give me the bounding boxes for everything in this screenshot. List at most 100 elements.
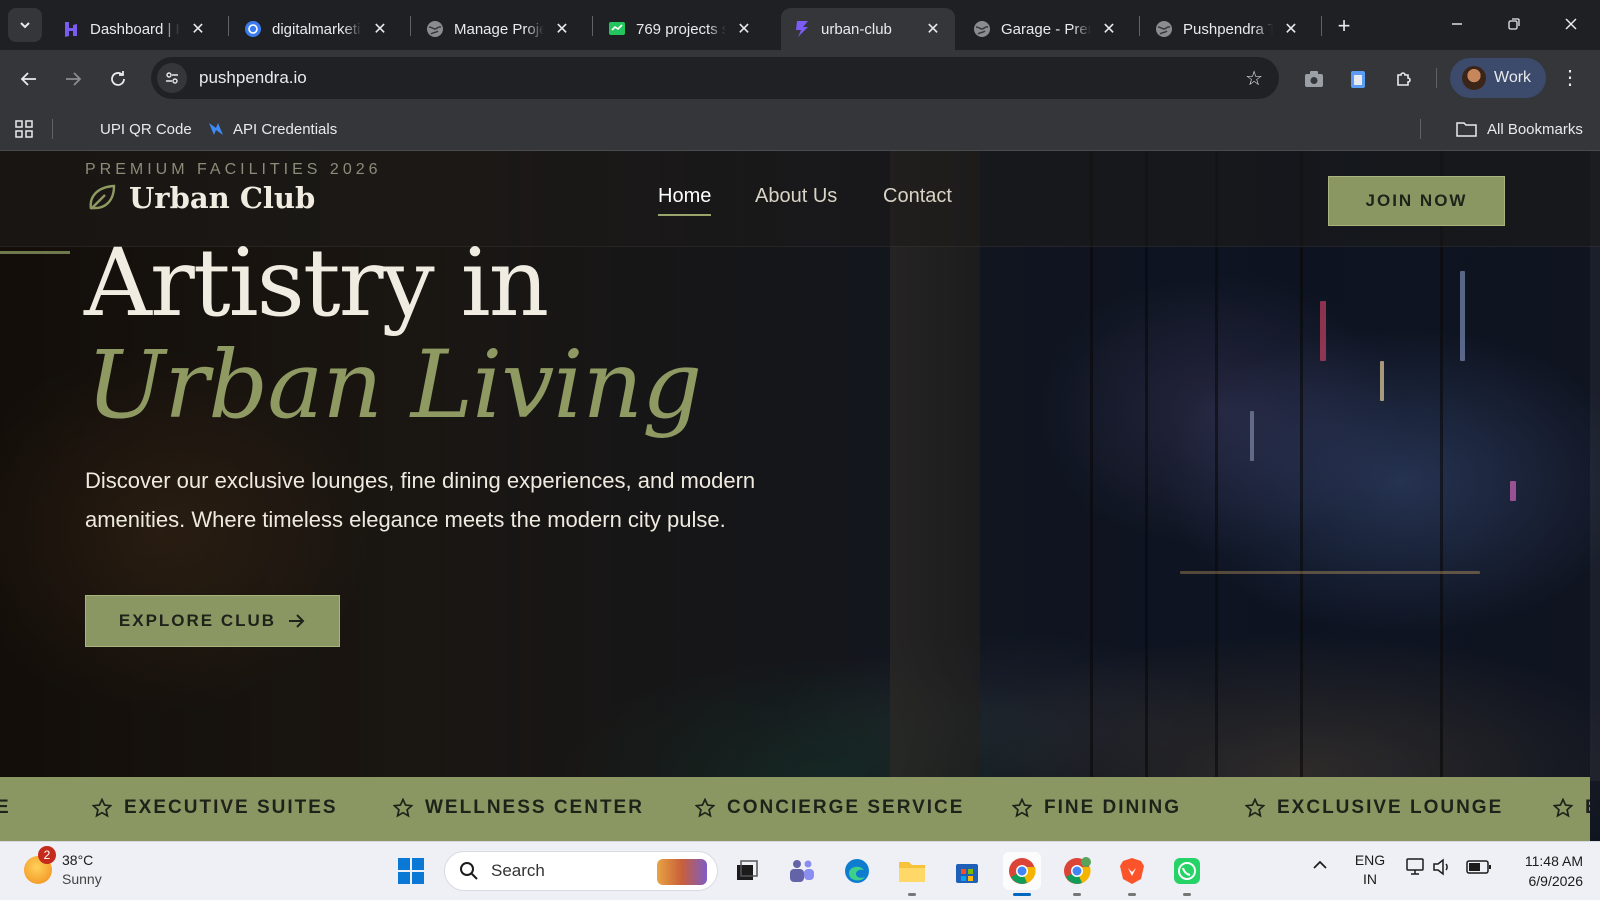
screenshot-extension-icon[interactable] xyxy=(1300,65,1328,93)
tab-769-projects[interactable]: 769 projects s ✕ xyxy=(596,8,766,50)
bookmark-star-icon[interactable]: ☆ xyxy=(1245,66,1263,91)
chrome-profile-icon[interactable] xyxy=(1058,852,1096,896)
apps-grid-icon[interactable] xyxy=(14,116,34,142)
close-icon[interactable]: ✕ xyxy=(923,19,943,39)
running-indicator xyxy=(1073,893,1081,896)
headline-line-2: Urban Living xyxy=(86,331,702,440)
tab-title: Manage Proje xyxy=(454,20,544,38)
search-highlight-image xyxy=(657,859,707,885)
file-explorer-icon[interactable] xyxy=(893,852,931,896)
weather-temp: 38°C xyxy=(62,852,94,868)
battery-icon[interactable] xyxy=(1466,859,1492,878)
profile-button[interactable]: Work xyxy=(1450,58,1546,98)
back-button[interactable] xyxy=(12,62,46,96)
whatsapp-icon[interactable] xyxy=(1168,852,1206,896)
chrome-icon[interactable] xyxy=(1003,852,1041,896)
close-window-button[interactable] xyxy=(1548,8,1594,40)
explore-club-label: EXPLORE CLUB xyxy=(118,611,277,630)
restore-button[interactable] xyxy=(1491,8,1537,40)
globe-icon xyxy=(1155,20,1173,38)
globe-icon xyxy=(973,20,991,38)
tune-icon xyxy=(166,72,178,84)
nav-home[interactable]: Home xyxy=(658,185,712,216)
taskbar-search[interactable]: Search xyxy=(444,851,718,891)
marquee-item: E xyxy=(1553,797,1590,819)
site-info-button[interactable] xyxy=(157,63,187,93)
more-menu-icon[interactable]: ⋮ xyxy=(1558,65,1582,90)
task-view-icon[interactable] xyxy=(728,852,766,890)
star-icon xyxy=(695,798,715,818)
reload-button[interactable] xyxy=(101,62,135,96)
clipboard-extension-icon[interactable] xyxy=(1344,65,1372,93)
brave-icon[interactable] xyxy=(1113,852,1151,896)
language-indicator[interactable]: ENG IN xyxy=(1354,851,1386,889)
marquee-item: EXCLUSIVE LOUNGE xyxy=(1245,797,1503,819)
close-icon[interactable]: ✕ xyxy=(552,19,572,39)
nav-about-us[interactable]: About Us xyxy=(755,185,837,208)
star-icon xyxy=(92,798,112,818)
running-indicator xyxy=(1183,893,1191,896)
sun-icon: 2 xyxy=(24,846,56,884)
tab-digitalmarketing[interactable]: digitalmarketi ✕ xyxy=(232,8,402,50)
lang-line-2: IN xyxy=(1363,871,1377,887)
running-indicator xyxy=(1013,893,1031,896)
tab-dashboard[interactable]: Dashboard | H ✕ xyxy=(50,8,220,50)
star-icon xyxy=(1012,798,1032,818)
clock-date: 6/9/2026 xyxy=(1528,873,1584,889)
tab-pushpendra[interactable]: Pushpendra T ✕ xyxy=(1143,8,1313,50)
teams-icon[interactable] xyxy=(783,852,821,890)
bookmark-upi-qr[interactable]: UPI QR Code xyxy=(100,116,192,142)
bookmarks-bar: UPI QR Code API Credentials All Bookmark… xyxy=(0,106,1600,151)
close-icon[interactable]: ✕ xyxy=(734,19,754,39)
toolbar-separator xyxy=(1436,68,1437,88)
marquee-item: E xyxy=(0,797,11,818)
address-bar[interactable]: pushpendra.io ☆ xyxy=(151,57,1279,99)
minimize-button[interactable] xyxy=(1434,8,1480,40)
explore-club-button[interactable]: EXPLORE CLUB xyxy=(85,595,340,647)
tab-separator xyxy=(228,16,229,36)
system-clock[interactable]: 11:48 AM 6/9/2026 xyxy=(1505,851,1583,891)
tab-separator xyxy=(1321,16,1322,36)
close-icon[interactable]: ✕ xyxy=(1099,19,1119,39)
arrow-right-icon xyxy=(66,72,82,86)
brand-name: Urban Club xyxy=(129,181,316,215)
sheet-icon xyxy=(608,20,626,38)
tab-garage[interactable]: Garage - Pren ✕ xyxy=(961,8,1131,50)
tab-manage-projects[interactable]: Manage Proje ✕ xyxy=(414,8,584,50)
tab-search-button[interactable] xyxy=(8,8,42,42)
forward-button[interactable] xyxy=(56,62,90,96)
arrow-left-icon xyxy=(20,72,36,86)
accent-line xyxy=(0,251,70,254)
join-now-button[interactable]: JOIN NOW xyxy=(1328,176,1505,226)
close-icon[interactable]: ✕ xyxy=(1281,19,1301,39)
tab-title: Pushpendra T xyxy=(1183,20,1273,38)
web-page: PREMIUM FACILITIES 2026 Urban Club Home … xyxy=(0,151,1600,841)
globe-blue-icon xyxy=(244,20,262,38)
tab-title: digitalmarketi xyxy=(272,20,361,38)
bookmark-separator xyxy=(52,119,53,139)
store-icon[interactable] xyxy=(948,852,986,890)
weather-widget[interactable]: 2 38°C Sunny xyxy=(24,846,102,889)
brand-logo[interactable]: Urban Club xyxy=(85,181,315,215)
extensions-puzzle-icon[interactable] xyxy=(1390,65,1418,93)
bookmark-separator xyxy=(1420,119,1421,139)
bookmark-api-credentials[interactable]: API Credentials xyxy=(207,116,337,142)
chevron-up-icon[interactable] xyxy=(1312,858,1328,874)
star-icon xyxy=(393,798,413,818)
new-tab-button[interactable]: + xyxy=(1330,12,1358,40)
globe-icon xyxy=(426,20,444,38)
marquee-item: WELLNESS CENTER xyxy=(393,797,644,819)
search-placeholder: Search xyxy=(491,861,545,880)
start-button[interactable] xyxy=(392,852,430,890)
restore-icon xyxy=(1508,18,1520,30)
edge-icon[interactable] xyxy=(838,852,876,890)
close-icon[interactable]: ✕ xyxy=(370,19,390,39)
close-icon[interactable]: ✕ xyxy=(188,19,208,39)
volume-icon[interactable] xyxy=(1432,857,1452,880)
tab-urban-club[interactable]: urban-club ✕ xyxy=(781,8,955,50)
tab-title: urban-club xyxy=(821,20,892,38)
network-icon[interactable] xyxy=(1405,857,1427,880)
all-bookmarks-button[interactable]: All Bookmarks xyxy=(1456,116,1583,142)
url-text[interactable]: pushpendra.io xyxy=(199,68,307,88)
nav-contact[interactable]: Contact xyxy=(883,185,952,208)
